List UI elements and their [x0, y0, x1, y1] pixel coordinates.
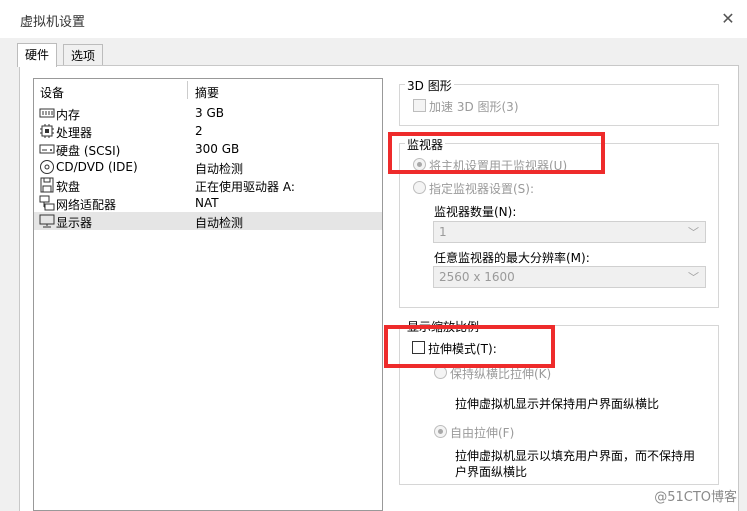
- device-name: 网络适配器: [56, 198, 117, 212]
- column-header-device[interactable]: 设备: [40, 84, 64, 101]
- tab-hardware[interactable]: 硬件: [17, 43, 58, 67]
- memory-icon: [39, 105, 55, 121]
- device-list: 设备 摘要 内存 3 GB 处理器 2 硬盘 (SCSI) 300 GB CD/…: [33, 78, 383, 511]
- monitor-count-value: 1: [439, 225, 447, 239]
- keep-aspect-description: 拉伸虚拟机显示并保持用户界面纵横比: [455, 397, 660, 411]
- title-bar: 虚拟机设置 ✕: [0, 0, 747, 38]
- device-name: 处理器: [56, 126, 93, 140]
- specify-monitor-radio[interactable]: [413, 181, 426, 194]
- device-summary: 正在使用驱动器 A:: [195, 180, 295, 194]
- floppy-icon: [39, 177, 55, 193]
- device-summary: 3 GB: [195, 106, 224, 120]
- tab-options[interactable]: 选项: [63, 44, 104, 66]
- cpu-icon: [39, 123, 55, 139]
- device-name: 内存: [56, 108, 81, 122]
- monitor-count-select[interactable]: 1 ﹀: [433, 221, 706, 243]
- free-stretch-description-line2: 户界面纵横比: [455, 465, 528, 479]
- settings-window: 虚拟机设置 ✕ 硬件 选项 设备 摘要 内存 3 GB 处理器 2 硬盘 (SC…: [0, 0, 747, 511]
- device-row-harddisk[interactable]: 硬盘 (SCSI) 300 GB: [34, 140, 382, 158]
- graphics-3d-title: 3D 图形: [405, 77, 454, 94]
- device-row-cd-dvd[interactable]: CD/DVD (IDE) 自动检测: [34, 158, 382, 176]
- monitor-count-label: 监视器数量(N):: [434, 205, 517, 219]
- device-row-memory[interactable]: 内存 3 GB: [34, 104, 382, 122]
- chevron-down-icon: ﹀: [688, 271, 699, 284]
- list-header: 设备 摘要: [34, 79, 382, 101]
- cd-icon: [39, 159, 55, 175]
- specify-monitor-label: 指定监视器设置(S):: [429, 182, 535, 196]
- highlight-box-stretch: [384, 325, 555, 368]
- free-stretch-radio[interactable]: [434, 425, 447, 438]
- max-resolution-select[interactable]: 2560 x 1600 ﹀: [433, 266, 706, 288]
- window-title: 虚拟机设置: [20, 15, 86, 30]
- harddisk-icon: [39, 141, 55, 157]
- device-name: 硬盘 (SCSI): [56, 144, 121, 158]
- column-header-summary[interactable]: 摘要: [195, 84, 219, 101]
- accelerate-3d-checkbox[interactable]: [413, 99, 426, 112]
- device-name: 软盘: [56, 180, 81, 194]
- network-icon: [39, 195, 55, 211]
- device-name: 显示器: [56, 216, 93, 230]
- device-name: CD/DVD (IDE): [56, 160, 138, 174]
- highlight-box-monitor: [388, 132, 605, 174]
- device-row-floppy[interactable]: 软盘 正在使用驱动器 A:: [34, 176, 382, 194]
- device-summary: 自动检测: [195, 216, 244, 230]
- max-resolution-label: 任意监视器的最大分辨率(M):: [434, 251, 590, 265]
- device-row-processor[interactable]: 处理器 2: [34, 122, 382, 140]
- column-divider[interactable]: [187, 81, 188, 99]
- device-summary: 300 GB: [195, 142, 240, 156]
- device-row-network[interactable]: 网络适配器 NAT: [34, 194, 382, 212]
- monitor-icon: [39, 213, 55, 229]
- chevron-down-icon: ﹀: [688, 226, 699, 239]
- device-summary: 自动检测: [195, 162, 244, 176]
- free-stretch-description-line1: 拉伸虚拟机显示以填充用户界面，而不保持用: [455, 449, 696, 463]
- free-stretch-label: 自由拉伸(F): [450, 426, 515, 440]
- device-summary: NAT: [195, 196, 219, 210]
- device-summary: 2: [195, 124, 203, 138]
- watermark: @51CTO博客: [654, 490, 737, 505]
- max-resolution-value: 2560 x 1600: [439, 270, 515, 284]
- close-icon[interactable]: ✕: [717, 8, 739, 30]
- accelerate-3d-label: 加速 3D 图形(3): [429, 100, 519, 114]
- device-row-display[interactable]: 显示器 自动检测: [34, 212, 382, 230]
